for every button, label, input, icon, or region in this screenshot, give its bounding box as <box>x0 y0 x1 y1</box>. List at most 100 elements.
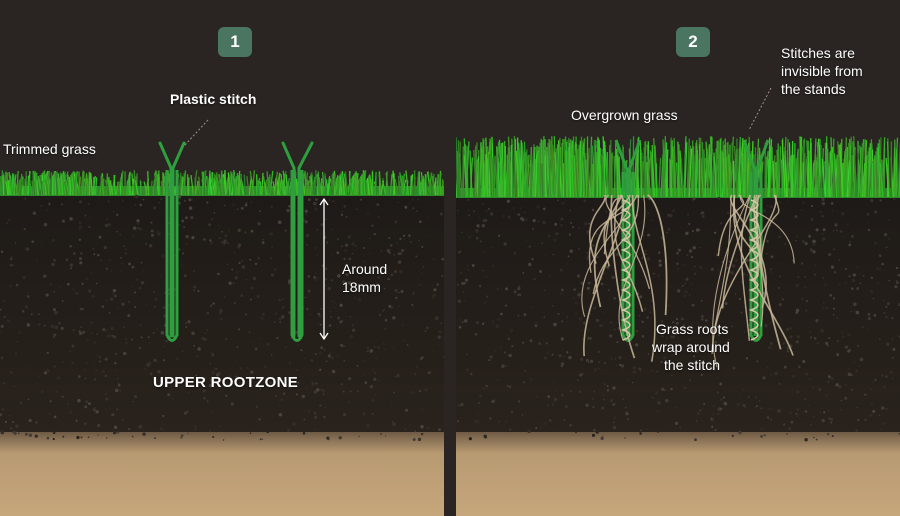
soil-speck <box>864 418 867 421</box>
soil-speck <box>851 287 854 290</box>
soil-speck <box>245 313 247 316</box>
soil-speck <box>808 378 811 381</box>
soil-speck <box>191 236 195 240</box>
soil-speck <box>119 389 122 392</box>
soil-speck <box>865 203 867 205</box>
soil-speck <box>700 373 703 377</box>
soil-speck <box>136 222 139 225</box>
soil-speck <box>408 202 410 204</box>
soil-speck <box>810 378 812 380</box>
soil-speck <box>601 370 603 373</box>
soil-speck <box>507 215 511 219</box>
soil-speck <box>84 377 87 380</box>
soil-speck <box>94 407 96 409</box>
soil-speck <box>45 208 49 212</box>
soil-speck <box>560 413 563 415</box>
soil-speck <box>735 259 738 262</box>
soil-speck <box>165 339 169 343</box>
soil-speck <box>52 335 56 339</box>
soil-speck <box>209 304 213 307</box>
label-roots-line3: the stitch <box>664 357 721 373</box>
soil-speck <box>209 239 212 242</box>
soil-speck <box>457 299 461 303</box>
soil-speck <box>121 200 124 202</box>
soil-speck <box>822 276 825 279</box>
soil-speck <box>270 205 273 208</box>
soil-speck <box>888 237 891 241</box>
soil-speck <box>477 401 481 405</box>
soil-speck <box>484 219 488 222</box>
soil-speck <box>334 306 337 309</box>
soil-speck <box>364 381 368 384</box>
soil-speck <box>24 248 27 251</box>
soil-speck <box>383 309 386 311</box>
grass-blade <box>51 174 54 196</box>
soil-speck <box>841 419 845 423</box>
soil-speck <box>632 366 636 370</box>
soil-speck <box>96 423 101 428</box>
soil-speck <box>874 378 877 382</box>
soil-speck <box>393 253 396 256</box>
soil-speck <box>580 357 584 361</box>
soil-speck <box>40 244 43 247</box>
soil-speck <box>479 240 482 243</box>
soil-speck <box>180 436 183 439</box>
soil-speck <box>313 415 318 419</box>
soil-speck <box>835 383 839 387</box>
soil-speck <box>859 353 862 355</box>
soil-speck <box>741 388 745 392</box>
soil-speck <box>62 361 64 363</box>
soil-speck <box>120 256 123 259</box>
soil-speck <box>113 425 118 429</box>
soil-speck <box>340 343 344 347</box>
soil-speck <box>304 220 308 224</box>
soil-speck <box>86 339 89 342</box>
soil-speck <box>731 434 734 437</box>
soil-speck <box>307 198 311 202</box>
soil-speck <box>237 228 241 233</box>
soil-speck <box>313 428 317 432</box>
soil-speck <box>857 418 860 422</box>
soil-speck <box>134 194 139 199</box>
soil-speck <box>842 235 845 238</box>
soil-speck <box>197 290 200 293</box>
soil-speck <box>327 286 331 291</box>
soil-speck <box>190 215 194 220</box>
soil-speck <box>716 391 719 394</box>
soil-speck <box>319 315 321 317</box>
soil-speck <box>212 436 215 439</box>
grass-blade <box>100 177 103 196</box>
soil-speck <box>479 394 483 398</box>
soil-speck <box>641 257 644 259</box>
soil-speck <box>848 243 852 247</box>
soil-speck <box>468 437 472 441</box>
soil-speck <box>114 388 119 393</box>
soil-speck <box>811 204 814 207</box>
soil-speck <box>587 336 591 340</box>
grass-blade <box>873 159 875 198</box>
soil-speck <box>647 212 649 214</box>
soil-speck <box>683 386 687 390</box>
overgrown-grass-strip <box>456 135 900 198</box>
soil-speck <box>697 412 700 415</box>
soil-speck <box>403 422 406 425</box>
soil-speck <box>9 257 13 261</box>
soil-speck <box>698 409 702 412</box>
soil-speck <box>84 369 86 371</box>
soil-speck <box>378 379 380 381</box>
soil-speck <box>106 328 109 331</box>
soil-speck <box>466 268 470 272</box>
soil-speck <box>821 305 824 309</box>
soil-speck <box>134 394 138 398</box>
soil-speck <box>107 334 111 338</box>
soil-speck <box>408 234 411 237</box>
soil-speck <box>684 282 687 285</box>
soil-speck <box>554 222 558 226</box>
soil-speck <box>521 413 524 416</box>
soil-speck <box>822 233 824 235</box>
soil-speck <box>867 316 871 321</box>
soil-speck <box>546 351 550 354</box>
soil-speck <box>275 394 278 397</box>
soil-speck <box>578 316 583 321</box>
soil-speck <box>60 326 64 331</box>
